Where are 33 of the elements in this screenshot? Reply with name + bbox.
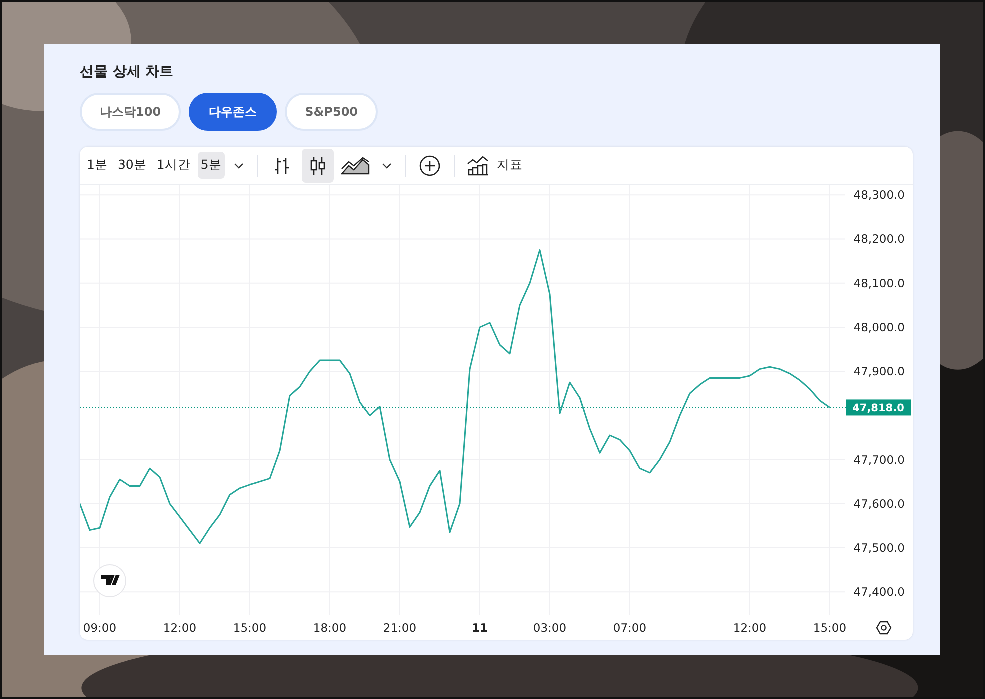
- interval-button[interactable]: 30분: [114, 152, 150, 179]
- price-axis-label: 47,500.0: [854, 540, 905, 555]
- ref-line-label: 47,818.0: [852, 402, 904, 415]
- time-axis-label: 18:00: [313, 621, 347, 635]
- price-axis-label: 48,300.0: [854, 188, 905, 202]
- indicators-button[interactable]: 지표: [462, 150, 527, 180]
- time-axis-label: 11: [472, 621, 488, 635]
- time-axis-label: 12:00: [163, 621, 197, 635]
- interval-button[interactable]: 1분: [84, 152, 111, 179]
- price-axis-label: 47,400.0: [854, 585, 905, 600]
- interval-button[interactable]: 5분: [198, 152, 225, 179]
- time-axis-label: 21:00: [383, 621, 417, 635]
- price-axis-label: 48,000.0: [854, 320, 905, 334]
- page-title: 선물 상세 차트: [80, 63, 175, 82]
- time-axis-label: 15:00: [813, 621, 847, 635]
- time-axis-label: 07:00: [613, 621, 647, 635]
- price-axis-label: 47,700.0: [854, 452, 905, 467]
- price-axis-label: 48,200.0: [854, 232, 905, 246]
- time-axis-label: 09:00: [83, 621, 117, 635]
- time-axis-label: 15:00: [233, 621, 267, 635]
- market-tab[interactable]: 나스닥100: [80, 93, 182, 131]
- price-axis-label: 47,900.0: [854, 364, 905, 379]
- time-axis-label: 03:00: [533, 621, 567, 635]
- market-tab[interactable]: S&P500: [285, 93, 378, 131]
- market-tab[interactable]: 다우존스: [189, 93, 278, 131]
- time-axis-label: 12:00: [733, 621, 767, 635]
- settings-icon[interactable]: [876, 621, 892, 635]
- price-axis-label: 47,600.0: [854, 496, 905, 511]
- price-axis-label: 48,100.0: [854, 276, 905, 290]
- last-price-tag: 47,818.0: [846, 400, 911, 416]
- chart-indicator-icon: [466, 156, 489, 176]
- candlestick-icon[interactable]: [302, 148, 334, 182]
- interval-button[interactable]: 1시간: [154, 152, 194, 179]
